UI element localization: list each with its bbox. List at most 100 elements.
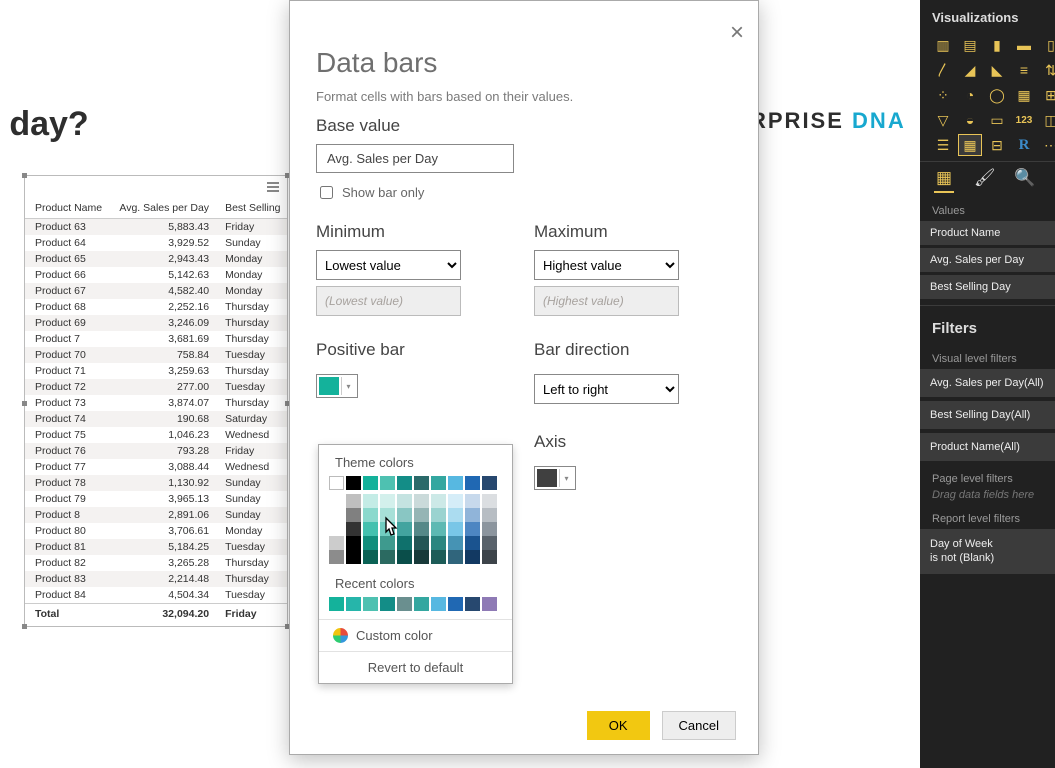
color-swatch[interactable] (380, 550, 395, 564)
recent-color-swatch[interactable] (482, 597, 497, 611)
viz-stacked-bar-icon[interactable]: ▥ (932, 35, 954, 55)
table-row[interactable]: Product 674,582.40Monday (25, 283, 287, 299)
viz-area-icon[interactable]: ◢ (959, 60, 981, 80)
table-row[interactable]: Product 793,965.13Sunday (25, 491, 287, 507)
table-row[interactable]: Product 652,943.43Monday (25, 251, 287, 267)
visual-filter-pill[interactable]: Avg. Sales per Day(All) (920, 369, 1055, 397)
viz-clustered-bar-icon[interactable]: ▤ (959, 35, 981, 55)
color-swatch[interactable] (329, 494, 344, 508)
color-swatch[interactable] (414, 522, 429, 536)
viz-card-icon[interactable]: ▭ (986, 110, 1008, 130)
table-visual[interactable]: Product Name Avg. Sales per Day Best Sel… (24, 175, 288, 627)
custom-color-button[interactable]: Custom color (319, 619, 512, 652)
viz-more-icon[interactable]: ⋯ (1040, 135, 1055, 155)
color-swatch[interactable] (346, 508, 361, 522)
report-filter-pill[interactable]: Day of Week is not (Blank) (920, 529, 1055, 574)
format-tab-icon[interactable]: 🖌 (974, 168, 994, 193)
viz-stacked-column-icon[interactable]: ▮ (986, 35, 1008, 55)
recent-color-swatch[interactable] (465, 597, 480, 611)
visual-menu-icon[interactable] (267, 182, 279, 192)
color-swatch[interactable] (465, 508, 480, 522)
color-swatch[interactable] (414, 494, 429, 508)
bar-direction-select[interactable]: Left to right (534, 374, 679, 404)
table-row[interactable]: Product 733,874.07Thursday (25, 395, 287, 411)
table-row[interactable]: Product 72277.00Tuesday (25, 379, 287, 395)
color-swatch[interactable] (346, 550, 361, 564)
color-swatch[interactable] (465, 522, 480, 536)
color-swatch[interactable] (329, 522, 344, 536)
viz-r-script-icon[interactable]: R (1013, 135, 1035, 155)
color-swatch[interactable] (431, 522, 446, 536)
table-row[interactable]: Product 823,265.28Thursday (25, 555, 287, 571)
color-swatch[interactable] (414, 508, 429, 522)
table-row[interactable]: Product 713,259.63Thursday (25, 363, 287, 379)
color-swatch[interactable] (448, 522, 463, 536)
recent-color-swatch[interactable] (397, 597, 412, 611)
color-swatch[interactable] (448, 550, 463, 564)
viz-line-icon[interactable]: 〳 (932, 60, 954, 80)
viz-pie-icon[interactable]: ◔ (959, 85, 981, 105)
col-avg[interactable]: Avg. Sales per Day (109, 198, 215, 219)
table-row[interactable]: Product 832,214.48Thursday (25, 571, 287, 587)
color-swatch[interactable] (397, 522, 412, 536)
table-row[interactable]: Product 74190.68Saturday (25, 411, 287, 427)
color-swatch[interactable] (380, 536, 395, 550)
viz-donut-icon[interactable]: ◯ (986, 85, 1008, 105)
field-pill[interactable]: Avg. Sales per Day (920, 248, 1055, 272)
color-swatch[interactable] (414, 550, 429, 564)
table-row[interactable]: Product 73,681.69Thursday (25, 331, 287, 347)
viz-waterfall-icon[interactable]: ⇅ (1040, 60, 1055, 80)
color-swatch[interactable] (329, 508, 344, 522)
table-row[interactable]: Product 773,088.44Wednesd (25, 459, 287, 475)
table-row[interactable]: Product 665,142.63Monday (25, 267, 287, 283)
viz-treemap-icon[interactable]: ▦ (1013, 85, 1035, 105)
color-swatch[interactable] (431, 494, 446, 508)
color-swatch[interactable] (346, 494, 361, 508)
color-swatch[interactable] (363, 494, 378, 508)
color-swatch[interactable] (482, 550, 497, 564)
ok-button[interactable]: OK (587, 711, 650, 740)
viz-kpi-icon[interactable]: ◫ (1040, 110, 1055, 130)
color-swatch[interactable] (414, 476, 429, 490)
recent-color-swatch[interactable] (414, 597, 429, 611)
color-swatch[interactable] (431, 508, 446, 522)
color-swatch[interactable] (431, 476, 446, 490)
positive-color-dropdown[interactable]: ▾ (316, 374, 358, 398)
color-swatch[interactable] (363, 550, 378, 564)
color-swatch[interactable] (380, 494, 395, 508)
viz-ribbon-icon[interactable]: ≡ (1013, 60, 1035, 80)
table-row[interactable]: Product 82,891.06Sunday (25, 507, 287, 523)
viz-clustered-column-icon[interactable]: ▬ (1013, 35, 1035, 55)
viz-100-column-icon[interactable]: ▯ (1040, 35, 1055, 55)
color-swatch[interactable] (414, 536, 429, 550)
maximum-select[interactable]: Highest value (534, 250, 679, 280)
field-pill[interactable]: Best Selling Day (920, 275, 1055, 299)
color-swatch[interactable] (363, 476, 378, 490)
recent-color-swatch[interactable] (448, 597, 463, 611)
col-day[interactable]: Best Selling (215, 198, 287, 219)
table-row[interactable]: Product 635,883.43Friday (25, 219, 287, 236)
table-row[interactable]: Product 844,504.34Tuesday (25, 587, 287, 604)
color-swatch[interactable] (465, 476, 480, 490)
color-swatch[interactable] (431, 536, 446, 550)
color-swatch[interactable] (448, 476, 463, 490)
table-row[interactable]: Product 803,706.61Monday (25, 523, 287, 539)
color-swatch[interactable] (465, 550, 480, 564)
cancel-button[interactable]: Cancel (662, 711, 736, 740)
analytics-tab-icon[interactable]: 🔍 (1014, 168, 1034, 193)
table-row[interactable]: Product 781,130.92Sunday (25, 475, 287, 491)
viz-multi-card-icon[interactable]: 123 (1013, 110, 1035, 130)
color-swatch[interactable] (482, 494, 497, 508)
color-swatch[interactable] (482, 522, 497, 536)
close-icon[interactable]: × (730, 19, 744, 47)
axis-color-dropdown[interactable]: ▾ (534, 466, 576, 490)
color-swatch[interactable] (380, 476, 395, 490)
table-row[interactable]: Product 751,046.23Wednesd (25, 427, 287, 443)
recent-color-swatch[interactable] (431, 597, 446, 611)
minimum-select[interactable]: Lowest value (316, 250, 461, 280)
color-swatch[interactable] (346, 476, 361, 490)
base-value-input[interactable]: Avg. Sales per Day (316, 144, 514, 173)
recent-color-swatch[interactable] (380, 597, 395, 611)
color-swatch[interactable] (465, 536, 480, 550)
show-bar-only-checkbox[interactable]: Show bar only (316, 183, 732, 202)
